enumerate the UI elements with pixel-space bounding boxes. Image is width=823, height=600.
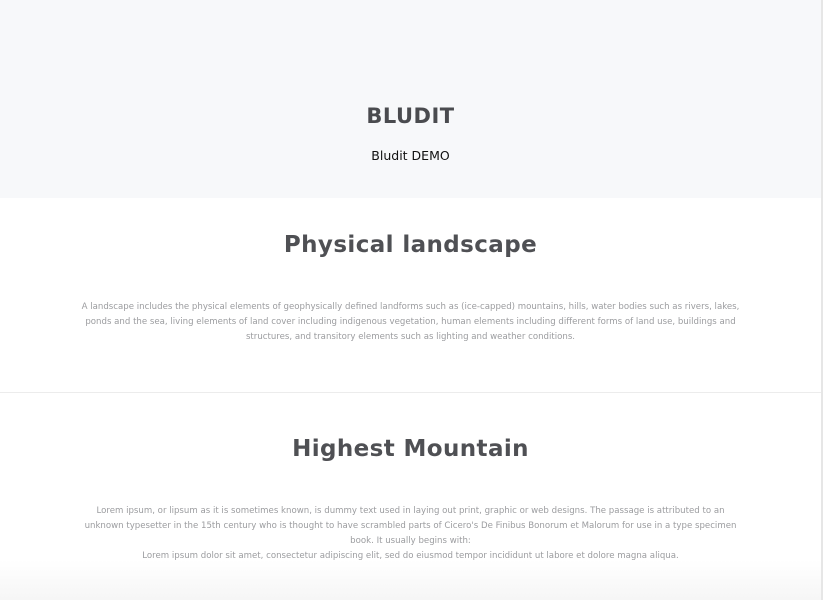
site-slogan: Bludit DEMO bbox=[371, 148, 450, 163]
site-title-link[interactable]: BLUDIT bbox=[0, 104, 821, 128]
page: BLUDIT Bludit DEMO Physical landscape A … bbox=[0, 0, 823, 600]
post-highest-mountain: Highest Mountain Lorem ipsum, or lipsum … bbox=[0, 393, 821, 600]
post-content: A landscape includes the physical elemen… bbox=[76, 300, 745, 345]
post-paragraph: Lorem ipsum dolor sit amet, consectetur … bbox=[142, 551, 679, 561]
site-header: BLUDIT Bludit DEMO bbox=[0, 0, 821, 198]
post-content: Lorem ipsum, or lipsum as it is sometime… bbox=[76, 504, 745, 564]
post-title-link[interactable]: Physical landscape bbox=[0, 231, 821, 259]
post-paragraph: Lorem ipsum, or lipsum as it is sometime… bbox=[84, 506, 737, 546]
post-title-link[interactable]: Highest Mountain bbox=[0, 435, 821, 463]
post-physical-landscape: Physical landscape A landscape includes … bbox=[0, 198, 821, 393]
post-paragraph: A landscape includes the physical elemen… bbox=[81, 302, 740, 342]
